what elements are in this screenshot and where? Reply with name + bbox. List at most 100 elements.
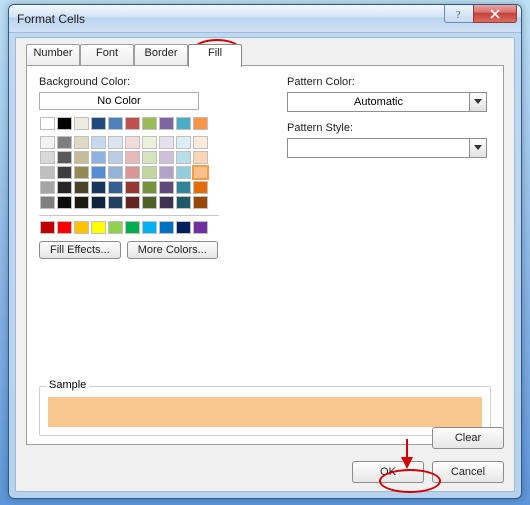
color-swatch[interactable]	[125, 196, 140, 209]
color-swatch[interactable]	[193, 136, 208, 149]
color-swatch[interactable]	[142, 181, 157, 194]
help-button[interactable]: ?	[444, 5, 474, 23]
color-swatch[interactable]	[125, 221, 140, 234]
color-swatch[interactable]	[159, 181, 174, 194]
color-swatch[interactable]	[40, 136, 55, 149]
sample-preview	[48, 397, 482, 427]
color-swatch[interactable]	[142, 136, 157, 149]
cancel-button[interactable]: Cancel	[432, 461, 504, 483]
color-swatch[interactable]	[193, 196, 208, 209]
color-swatch[interactable]	[91, 117, 106, 130]
color-swatch[interactable]	[193, 151, 208, 164]
color-swatch[interactable]	[176, 221, 191, 234]
color-swatch[interactable]	[108, 117, 123, 130]
tab-number[interactable]: Number	[26, 44, 80, 66]
color-swatch[interactable]	[74, 151, 89, 164]
color-swatch[interactable]	[193, 181, 208, 194]
close-button[interactable]	[473, 5, 517, 23]
tab-strip: Number Font Border Fill	[26, 44, 504, 66]
color-swatch[interactable]	[40, 196, 55, 209]
color-swatch[interactable]	[159, 196, 174, 209]
color-swatch[interactable]	[108, 196, 123, 209]
color-swatch[interactable]	[57, 196, 72, 209]
more-colors-button[interactable]: More Colors...	[127, 241, 218, 259]
format-cells-dialog: Format Cells ? Number Font Border Fill	[8, 4, 522, 499]
pattern-color-value: Automatic	[287, 92, 469, 112]
tab-fill[interactable]: Fill	[188, 44, 242, 67]
color-swatch[interactable]	[91, 181, 106, 194]
chevron-down-icon	[474, 145, 482, 151]
color-swatch[interactable]	[142, 117, 157, 130]
close-icon	[490, 9, 500, 19]
color-swatch[interactable]	[142, 196, 157, 209]
color-swatch[interactable]	[142, 166, 157, 179]
color-swatch[interactable]	[40, 221, 55, 234]
color-swatch[interactable]	[57, 151, 72, 164]
color-swatch[interactable]	[74, 136, 89, 149]
color-swatch[interactable]	[91, 166, 106, 179]
color-swatch[interactable]	[125, 166, 140, 179]
color-swatch[interactable]	[74, 181, 89, 194]
sample-group: Sample	[39, 386, 491, 436]
color-swatch[interactable]	[74, 117, 89, 130]
fill-effects-button[interactable]: Fill Effects...	[39, 241, 121, 259]
ok-button[interactable]: OK	[352, 461, 424, 483]
color-swatch[interactable]	[108, 151, 123, 164]
color-swatch[interactable]	[40, 151, 55, 164]
color-swatch[interactable]	[108, 166, 123, 179]
color-swatch[interactable]	[125, 117, 140, 130]
color-swatch[interactable]	[108, 136, 123, 149]
clear-button[interactable]: Clear	[432, 427, 504, 449]
color-swatch[interactable]	[108, 181, 123, 194]
color-swatch[interactable]	[57, 117, 72, 130]
color-swatch[interactable]	[57, 136, 72, 149]
color-swatch[interactable]	[193, 221, 208, 234]
pattern-style-combo[interactable]	[287, 138, 487, 158]
color-swatch[interactable]	[159, 221, 174, 234]
pattern-color-dropdown[interactable]	[469, 92, 487, 112]
color-swatch[interactable]	[159, 117, 174, 130]
color-swatch[interactable]	[142, 221, 157, 234]
color-swatch[interactable]	[176, 151, 191, 164]
color-swatch[interactable]	[176, 181, 191, 194]
color-swatch[interactable]	[125, 136, 140, 149]
pattern-style-dropdown[interactable]	[469, 138, 487, 158]
color-swatch[interactable]	[91, 221, 106, 234]
pattern-style-value	[287, 138, 469, 158]
color-swatch[interactable]	[40, 117, 55, 130]
color-swatch[interactable]	[74, 221, 89, 234]
color-swatch[interactable]	[57, 166, 72, 179]
color-swatch[interactable]	[74, 166, 89, 179]
color-swatch[interactable]	[91, 151, 106, 164]
tab-font[interactable]: Font	[80, 44, 134, 66]
color-swatch[interactable]	[142, 151, 157, 164]
titlebar: Format Cells ?	[9, 5, 521, 33]
color-swatch[interactable]	[159, 166, 174, 179]
color-swatch[interactable]	[159, 151, 174, 164]
color-swatch[interactable]	[125, 151, 140, 164]
no-color-button[interactable]: No Color	[39, 92, 199, 110]
color-swatch[interactable]	[74, 196, 89, 209]
color-swatch[interactable]	[159, 136, 174, 149]
color-swatch[interactable]	[91, 136, 106, 149]
color-swatch[interactable]	[40, 166, 55, 179]
help-icon: ?	[454, 9, 464, 19]
color-swatch[interactable]	[40, 181, 55, 194]
window-title: Format Cells	[17, 12, 85, 26]
tab-border[interactable]: Border	[134, 44, 188, 66]
sample-legend: Sample	[46, 379, 89, 391]
color-swatch[interactable]	[176, 196, 191, 209]
color-swatch[interactable]	[176, 136, 191, 149]
pattern-color-combo[interactable]: Automatic	[287, 92, 487, 112]
color-swatch[interactable]	[57, 181, 72, 194]
color-swatch[interactable]	[176, 166, 191, 179]
color-swatch[interactable]	[193, 166, 208, 179]
color-swatch[interactable]	[57, 221, 72, 234]
color-swatch[interactable]	[125, 181, 140, 194]
color-swatch[interactable]	[91, 196, 106, 209]
color-swatch[interactable]	[193, 117, 208, 130]
tab-panel-fill: Background Color: No Color Fill Effects.…	[26, 65, 504, 445]
color-swatch[interactable]	[176, 117, 191, 130]
color-swatch[interactable]	[108, 221, 123, 234]
chevron-down-icon	[474, 99, 482, 105]
